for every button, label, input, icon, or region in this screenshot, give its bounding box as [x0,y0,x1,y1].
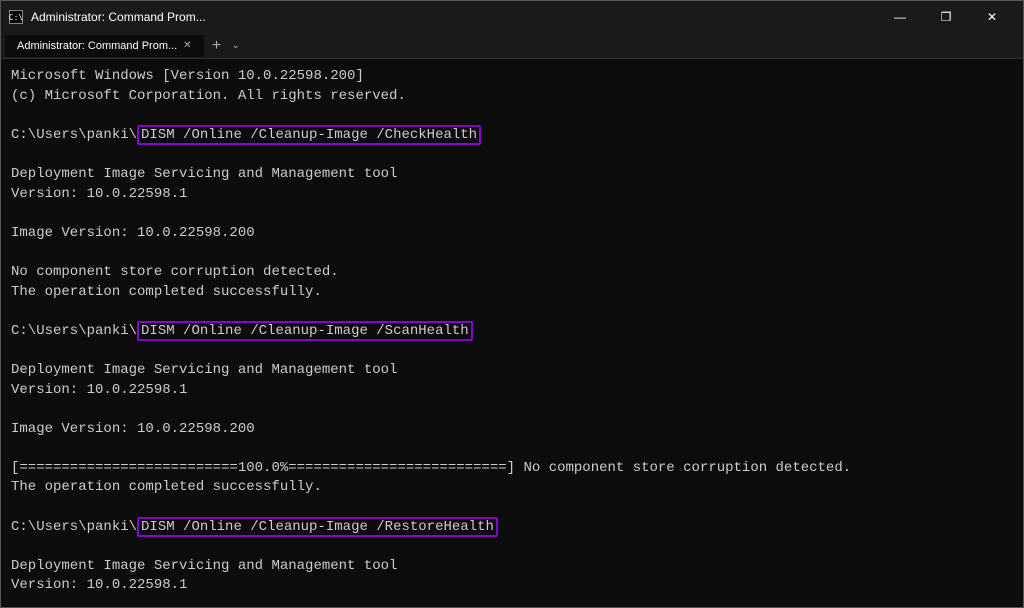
title-bar-controls: — ❐ ✕ [877,1,1015,33]
line-4: C:\Users\panki\DISM /Online /Cleanup-Ima… [11,126,1013,146]
cmd-highlight-2: DISM /Online /Cleanup-Image /ScanHealth [137,321,473,341]
line-9: Image Version: 10.0.22598.200 [11,224,1013,244]
line-23 [11,498,1013,518]
cmd-highlight-3: DISM /Online /Cleanup-Image /RestoreHeal… [137,517,498,537]
line-6: Deployment Image Servicing and Managemen… [11,165,1013,185]
title-bar-left: C:\ Administrator: Command Prom... [9,10,206,24]
line-24: C:\Users\panki\DISM /Online /Cleanup-Ima… [11,518,1013,538]
window-title: Administrator: Command Prom... [31,10,206,24]
line-12: The operation completed successfully. [11,283,1013,303]
line-3 [11,106,1013,126]
prompt-1: C:\Users\panki\ [11,127,137,143]
line-11: No component store corruption detected. [11,263,1013,283]
line-28 [11,596,1013,607]
line-13 [11,302,1013,322]
new-tab-button[interactable]: + [206,35,228,57]
maximize-button[interactable]: ❐ [923,1,969,33]
tab-close-button[interactable]: ✕ [183,40,191,51]
line-2: (c) Microsoft Corporation. All rights re… [11,87,1013,107]
tab-cmd[interactable]: Administrator: Command Prom... ✕ [5,35,204,57]
tab-label: Administrator: Command Prom... [17,40,177,52]
tab-dropdown-button[interactable]: ⌄ [232,40,240,51]
line-16: Deployment Image Servicing and Managemen… [11,361,1013,381]
minimize-button[interactable]: — [877,1,923,33]
line-15 [11,341,1013,361]
line-17: Version: 10.0.22598.1 [11,381,1013,401]
line-10 [11,243,1013,263]
line-19: Image Version: 10.0.22598.200 [11,420,1013,440]
title-bar: C:\ Administrator: Command Prom... — ❐ ✕ [1,1,1023,33]
prompt-2: C:\Users\panki\ [11,323,137,339]
line-20 [11,439,1013,459]
line-21: [==========================100.0%=======… [11,459,1013,479]
close-button[interactable]: ✕ [969,1,1015,33]
line-7: Version: 10.0.22598.1 [11,185,1013,205]
tab-bar: Administrator: Command Prom... ✕ + ⌄ [1,33,1023,59]
line-27: Version: 10.0.22598.1 [11,576,1013,596]
line-1: Microsoft Windows [Version 10.0.22598.20… [11,67,1013,87]
prompt-3: C:\Users\panki\ [11,519,137,535]
cmd-window: C:\ Administrator: Command Prom... — ❐ ✕… [0,0,1024,608]
terminal-body: Microsoft Windows [Version 10.0.22598.20… [1,59,1023,607]
line-25 [11,537,1013,557]
line-8 [11,204,1013,224]
line-18 [11,400,1013,420]
line-26: Deployment Image Servicing and Managemen… [11,557,1013,577]
line-5 [11,145,1013,165]
cmd-highlight-1: DISM /Online /Cleanup-Image /CheckHealth [137,125,481,145]
line-22: The operation completed successfully. [11,478,1013,498]
app-icon: C:\ [9,10,23,24]
line-14: C:\Users\panki\DISM /Online /Cleanup-Ima… [11,322,1013,342]
